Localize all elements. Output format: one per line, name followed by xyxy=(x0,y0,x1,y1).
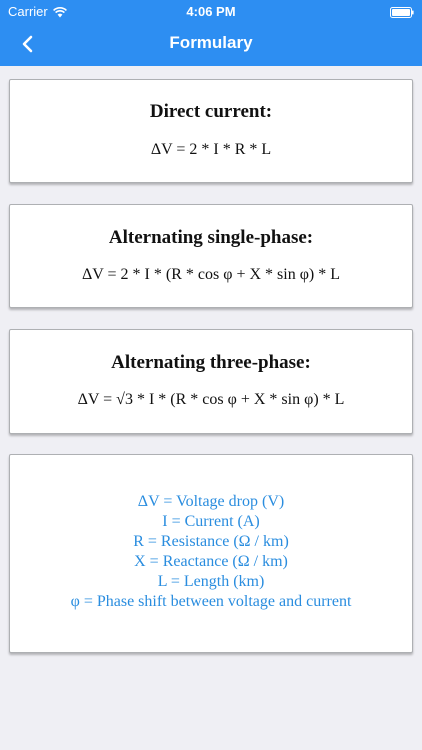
card-formula: ΔV = 2 * I * (R * cos φ + X * sin φ) * L xyxy=(81,266,341,283)
formula-card-three-phase: Alternating three-phase: ΔV = √3 * I * (… xyxy=(9,329,413,434)
navigation-bar: Formulary xyxy=(0,22,422,66)
battery-icon xyxy=(390,6,414,18)
top-bar: Carrier 4:06 PM Formulary xyxy=(0,0,422,66)
card-title: Alternating single-phase: xyxy=(108,227,314,248)
legend-list: ΔV = Voltage drop (V) I = Current (A) R … xyxy=(10,492,412,612)
legend-card: ΔV = Voltage drop (V) I = Current (A) R … xyxy=(9,454,413,653)
card-title: Direct current: xyxy=(149,101,273,122)
card-formula: ΔV = 2 * I * R * L xyxy=(150,141,272,158)
legend-item: R = Resistance (Ω / km) xyxy=(133,533,289,550)
card-title: Alternating three-phase: xyxy=(111,352,311,373)
legend-item: ΔV = Voltage drop (V) xyxy=(137,493,285,510)
page-title: Formulary xyxy=(169,33,253,52)
legend-item: φ = Phase shift between voltage and curr… xyxy=(70,593,352,610)
legend-item: X = Reactance (Ω / km) xyxy=(134,553,288,570)
status-time: 4:06 PM xyxy=(186,4,236,19)
formula-card-single-phase: Alternating single-phase: ΔV = 2 * I * (… xyxy=(9,204,413,308)
legend-item: L = Length (km) xyxy=(157,573,265,590)
card-formula: ΔV = √3 * I * (R * cos φ + X * sin φ) * … xyxy=(77,391,345,408)
formula-card-direct-current: Direct current: ΔV = 2 * I * R * L xyxy=(9,79,413,183)
status-bar: Carrier 4:06 PM xyxy=(0,0,422,22)
legend-item: I = Current (A) xyxy=(162,513,260,530)
